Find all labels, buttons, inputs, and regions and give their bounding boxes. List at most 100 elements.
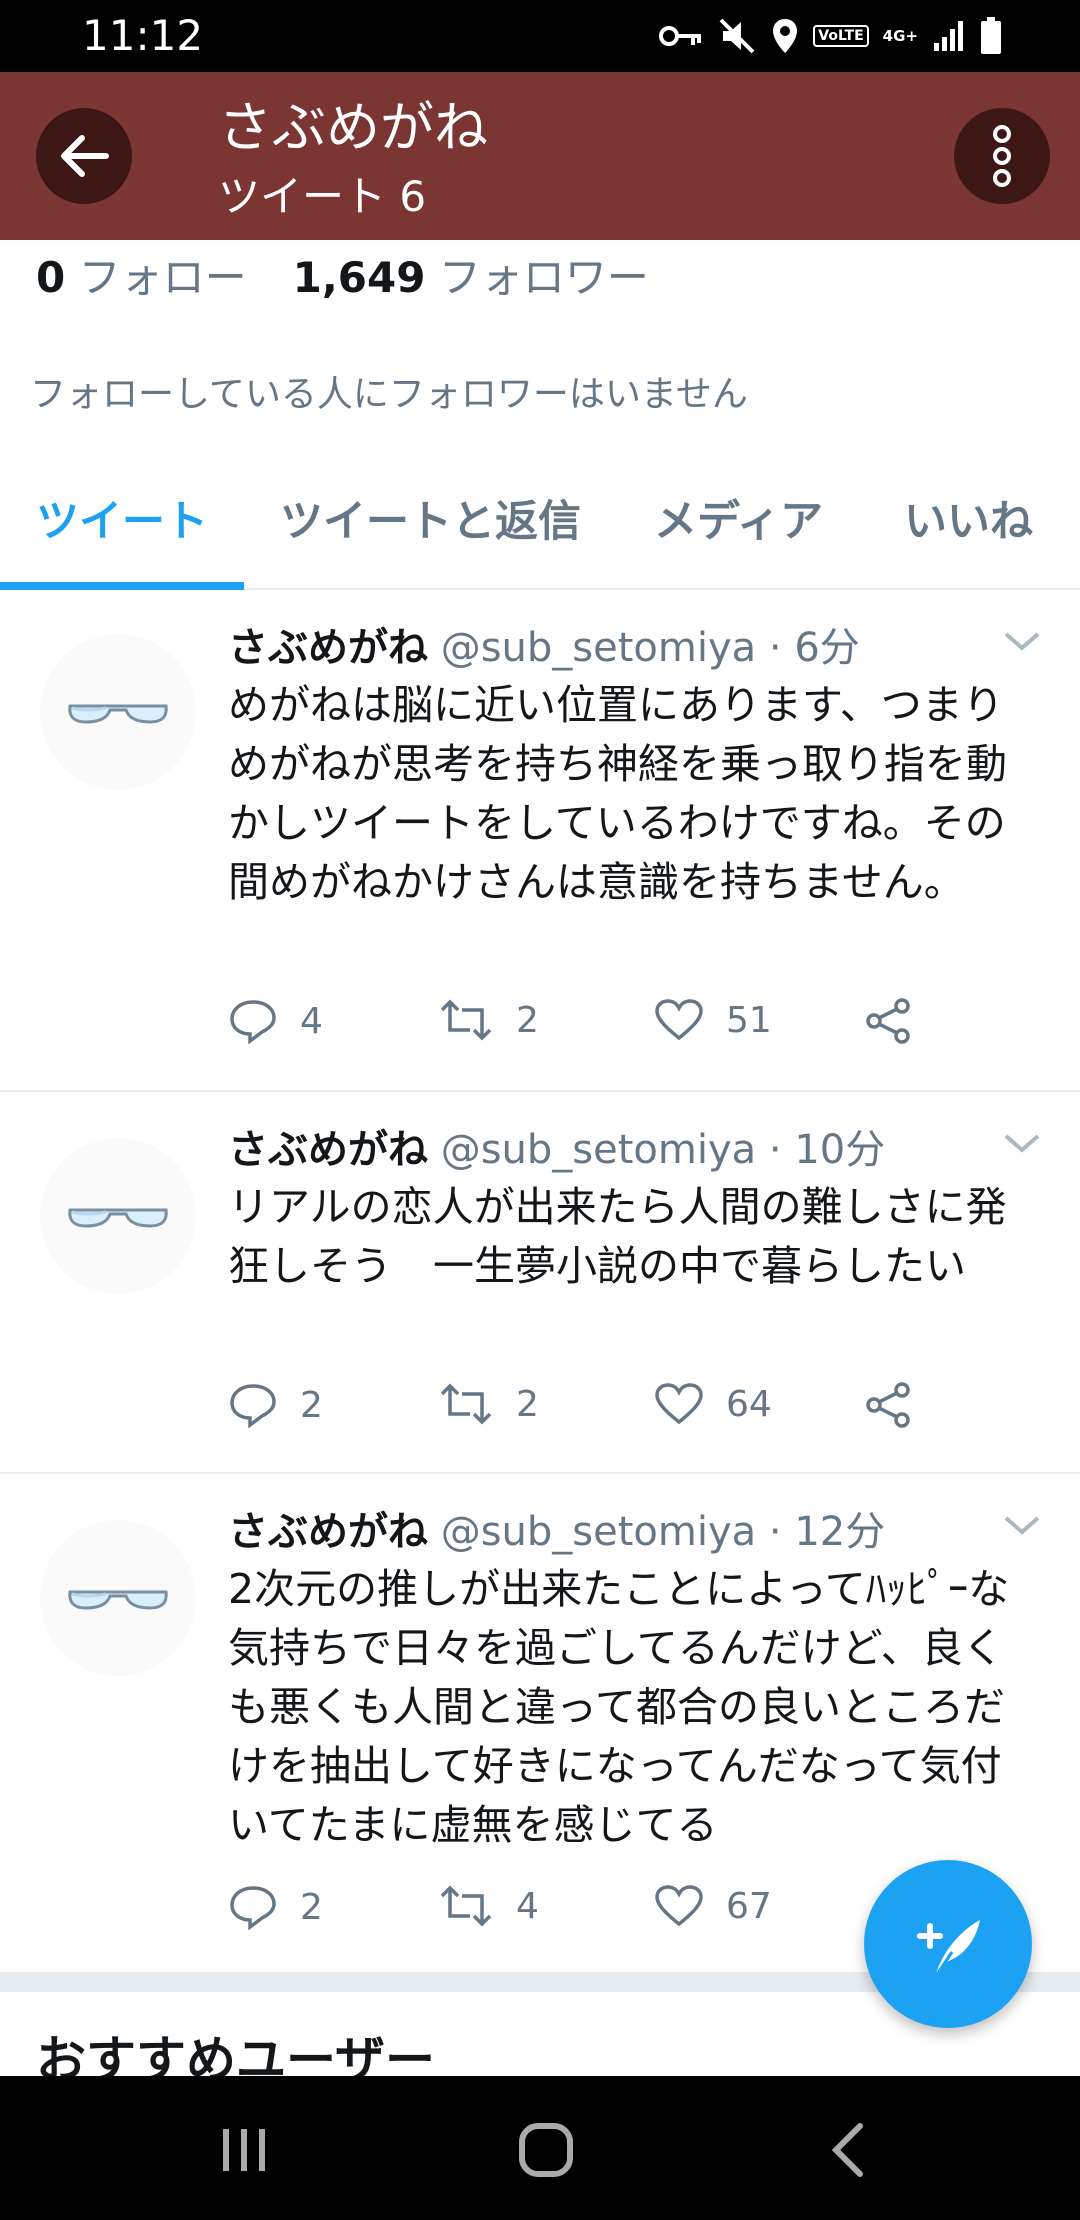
reply-count: 2 bbox=[300, 1886, 323, 1928]
heart-icon bbox=[655, 1383, 703, 1425]
reply-count: 2 bbox=[300, 1384, 323, 1426]
reply-count: 4 bbox=[300, 1000, 323, 1042]
tweet-text: 2次元の推しが出来たことによってﾊｯﾋﾟｰな気持ちで日々を過ごしてるんだけど、良… bbox=[228, 1565, 1010, 1849]
username[interactable]: @sub_setomiya bbox=[441, 625, 756, 671]
glasses-icon bbox=[68, 704, 168, 724]
retweet-button[interactable]: 2 bbox=[438, 1382, 539, 1426]
share-icon bbox=[866, 998, 910, 1044]
tweet-header: さぶめがね @sub_setomiya · 12分 bbox=[228, 1504, 885, 1560]
tab-likes[interactable]: いいね bbox=[904, 492, 1033, 552]
avatar[interactable] bbox=[40, 634, 196, 790]
chevron-down-icon bbox=[1004, 632, 1040, 651]
status-icons: VoLTE 4G+ bbox=[659, 14, 1002, 58]
followers-link[interactable]: 1,649 フォロワー bbox=[293, 253, 649, 302]
reply-icon bbox=[230, 1000, 276, 1044]
chevron-down-icon bbox=[1004, 1134, 1040, 1153]
tab-tweets[interactable]: ツイート bbox=[36, 492, 208, 552]
like-button[interactable]: 51 bbox=[654, 998, 772, 1042]
reply-icon bbox=[230, 1384, 276, 1428]
chevron-left-icon bbox=[831, 2123, 863, 2177]
heart-icon bbox=[655, 999, 703, 1041]
avatar[interactable] bbox=[40, 1520, 196, 1676]
more-vertical-icon bbox=[993, 125, 1011, 187]
display-name[interactable]: さぶめがね bbox=[228, 625, 428, 671]
following-link[interactable]: 0 フォロー bbox=[36, 253, 247, 302]
retweet-icon bbox=[440, 1885, 492, 1927]
status-time: 11:12 bbox=[82, 11, 204, 60]
home-icon bbox=[519, 2123, 573, 2177]
system-back-button[interactable] bbox=[808, 2120, 888, 2180]
retweet-button[interactable]: 2 bbox=[438, 998, 539, 1042]
signal-icon bbox=[932, 19, 966, 53]
like-button[interactable]: 67 bbox=[654, 1884, 772, 1928]
retweet-button[interactable]: 4 bbox=[438, 1884, 539, 1928]
retweet-icon bbox=[440, 1383, 492, 1425]
app-bar: さぶめがね ツイート 6 bbox=[0, 72, 1080, 240]
timestamp: 6分 bbox=[794, 625, 860, 671]
tweet-text: めがねは脳に近い位置にあります、つまりめがねが思考を持ち神経を乗っ取り指を動かし… bbox=[228, 681, 1007, 906]
profile-title: さぶめがね bbox=[218, 96, 488, 159]
like-count: 67 bbox=[726, 1885, 772, 1927]
mute-icon bbox=[719, 18, 757, 54]
tweet-actions: 2 2 64 bbox=[228, 1382, 928, 1442]
share-icon bbox=[866, 1382, 910, 1428]
retweet-count: 2 bbox=[516, 1383, 539, 1425]
tab-media[interactable]: メディア bbox=[654, 492, 823, 552]
recent-apps-button[interactable] bbox=[204, 2120, 284, 2180]
status-bar: 11:12 VoLTE 4G+ bbox=[0, 0, 1080, 72]
display-name[interactable]: さぶめがね bbox=[228, 1127, 428, 1173]
separator: · bbox=[768, 1127, 782, 1173]
retweet-count: 4 bbox=[516, 1885, 539, 1927]
back-arrow-icon bbox=[61, 135, 109, 177]
compose-tweet-button[interactable] bbox=[864, 1860, 1032, 2028]
back-button[interactable] bbox=[36, 108, 132, 204]
tweet-item[interactable]: さぶめがね @sub_setomiya · 6分 めがねは脳に近い位置にあります… bbox=[0, 590, 1080, 1092]
username[interactable]: @sub_setomiya bbox=[441, 1509, 756, 1555]
tab-tweets-and-replies[interactable]: ツイートと返信 bbox=[280, 492, 581, 552]
reply-button[interactable]: 4 bbox=[228, 998, 323, 1044]
followers-label: フォロワー bbox=[438, 253, 649, 302]
tweet-header: さぶめがね @sub_setomiya · 6分 bbox=[228, 620, 860, 676]
system-nav-bar bbox=[0, 2076, 1080, 2220]
tweet-menu-button[interactable] bbox=[1002, 630, 1042, 658]
like-count: 51 bbox=[726, 999, 772, 1041]
timestamp: 12分 bbox=[794, 1509, 886, 1555]
tweet-menu-button[interactable] bbox=[1002, 1514, 1042, 1542]
tweet-actions: 4 2 51 bbox=[228, 998, 928, 1058]
glasses-icon bbox=[68, 1208, 168, 1228]
reply-button[interactable]: 2 bbox=[228, 1382, 323, 1428]
like-button[interactable]: 64 bbox=[654, 1382, 772, 1426]
tweet-menu-button[interactable] bbox=[1002, 1132, 1042, 1160]
volte-icon: VoLTE bbox=[813, 25, 869, 47]
profile-tabs: ツイート ツイートと返信 メディア いいね bbox=[0, 470, 1080, 590]
tweet-header: さぶめがね @sub_setomiya · 10分 bbox=[228, 1122, 885, 1178]
location-icon bbox=[771, 17, 799, 55]
known-followers-text: フォローしている人にフォロワーはいません bbox=[30, 374, 748, 415]
recent-apps-icon bbox=[223, 2129, 265, 2171]
compose-feather-icon bbox=[917, 1920, 980, 1977]
tweet-item[interactable]: さぶめがね @sub_setomiya · 10分 リアルの恋人が出来たら人間の… bbox=[0, 1092, 1080, 1474]
tweet-count: ツイート 6 bbox=[218, 172, 427, 221]
battery-icon bbox=[980, 17, 1002, 55]
home-button[interactable] bbox=[506, 2120, 586, 2180]
retweet-count: 2 bbox=[516, 999, 539, 1041]
share-button[interactable] bbox=[864, 998, 912, 1044]
reply-button[interactable]: 2 bbox=[228, 1884, 323, 1930]
share-button[interactable] bbox=[864, 1382, 912, 1428]
heart-icon bbox=[655, 1885, 703, 1927]
retweet-icon bbox=[440, 999, 492, 1041]
following-label: フォロー bbox=[78, 253, 247, 302]
more-options-button[interactable] bbox=[954, 108, 1050, 204]
network-label: 4G+ bbox=[882, 27, 918, 45]
avatar[interactable] bbox=[40, 1138, 196, 1294]
timestamp: 10分 bbox=[794, 1127, 886, 1173]
tweet-text: リアルの恋人が出来たら人間の難しさに発狂しそう 一生夢小説の中で暮らしたい bbox=[228, 1183, 1007, 1290]
4g-icon: 4G+ bbox=[882, 27, 918, 45]
chevron-down-icon bbox=[1004, 1516, 1040, 1535]
display-name[interactable]: さぶめがね bbox=[228, 1509, 428, 1555]
follow-stats: 0 フォロー 1,649 フォロワー bbox=[36, 250, 649, 306]
like-count: 64 bbox=[726, 1383, 772, 1425]
username[interactable]: @sub_setomiya bbox=[441, 1127, 756, 1173]
separator: · bbox=[768, 625, 782, 671]
following-count: 0 bbox=[36, 253, 66, 302]
